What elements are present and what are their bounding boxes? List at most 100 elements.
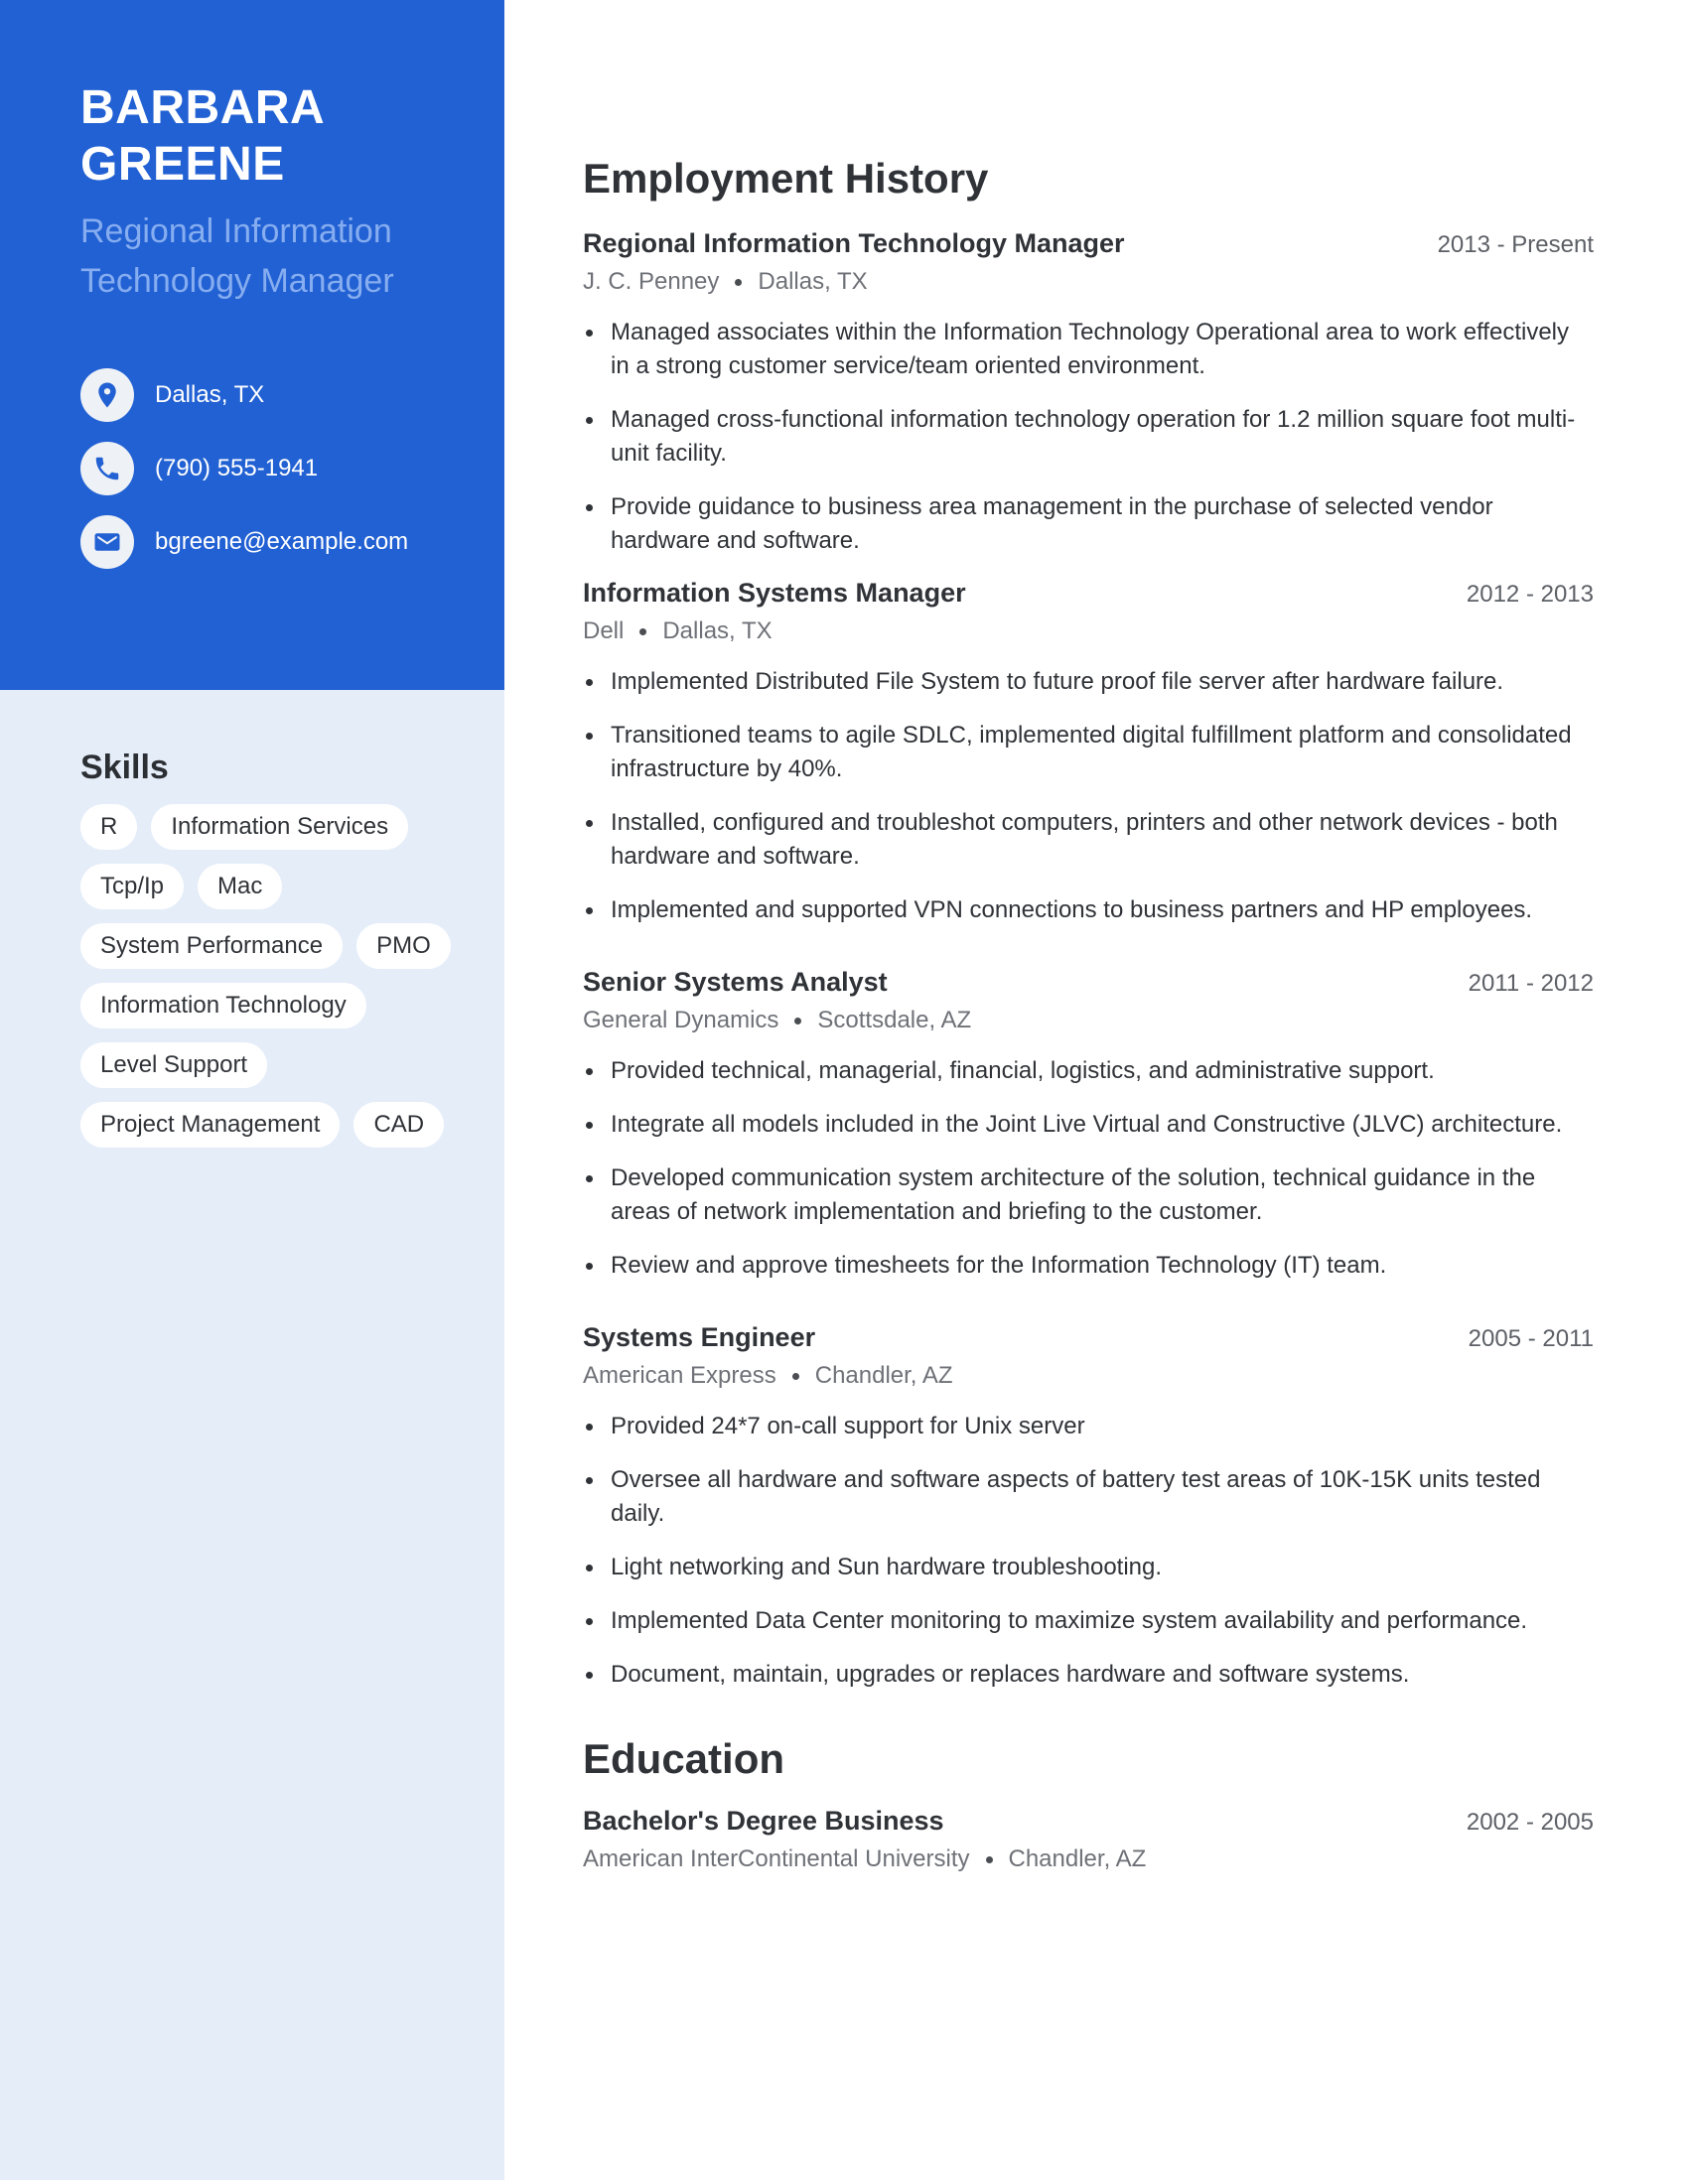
sidebar: BARBARA GREENE Regional Information Tech… <box>0 0 504 2180</box>
entry-title: Senior Systems Analyst <box>583 967 888 997</box>
bullet-dot-icon <box>586 1068 593 1075</box>
entry-header: Senior Systems Analyst 2011 - 2012 <box>583 967 1594 998</box>
skill-tag: Tcp/Ip <box>80 864 185 909</box>
bullet-text: Review and approve timesheets for the In… <box>611 1252 1387 1279</box>
phone-icon <box>80 442 134 495</box>
bullet-text: Light networking and Sun hardware troubl… <box>611 1554 1163 1580</box>
entry-meta: American Express Chandler, AZ <box>583 1362 1594 1390</box>
entry-title: Bachelor's Degree Business <box>583 1806 944 1836</box>
entry-organization: Dell <box>583 617 625 644</box>
skills-heading: Skills <box>80 749 169 786</box>
contact-list: Dallas, TX (790) 555-1941 bgreene@exampl… <box>80 368 408 589</box>
bullet-text: Integrate all models included in the Joi… <box>611 1111 1563 1138</box>
entry-bullets: Provided technical, managerial, financia… <box>583 1054 1594 1283</box>
contact-email: bgreene@example.com <box>80 515 408 569</box>
skill-tag: System Performance <box>80 923 344 969</box>
name-last: GREENE <box>80 138 285 191</box>
job-entry: Regional Information Technology Manager 2… <box>583 228 1594 578</box>
bullet-item: Developed communication system architect… <box>583 1161 1594 1229</box>
bullet-dot-icon <box>586 1565 593 1571</box>
bullet-text: Implemented and supported VPN connection… <box>611 896 1533 923</box>
entry-organization: J. C. Penney <box>583 268 720 295</box>
education-entry: Bachelor's Degree Business 2002 - 2005 Ame… <box>583 1806 1594 1873</box>
bullet-dot-icon <box>586 1672 593 1679</box>
skill-tag: Information Technology <box>80 983 366 1028</box>
entry-meta: General Dynamics Scottsdale, AZ <box>583 1007 1594 1034</box>
skill-tag: PMO <box>356 923 451 969</box>
bullet-dot-icon <box>586 679 593 686</box>
skill-tag: R <box>80 804 138 850</box>
email-icon <box>80 515 134 569</box>
bullet-dot-icon <box>586 733 593 740</box>
bullet-item: Provided 24*7 on-call support for Unix s… <box>583 1410 1594 1443</box>
entry-dates: 2013 - Present <box>1437 231 1594 258</box>
bullet-text: Oversee all hardware and software aspect… <box>611 1466 1541 1527</box>
skills-list: R Information Services Tcp/Ip Mac System Per… <box>80 804 478 1148</box>
bullet-text: Developed communication system architect… <box>611 1164 1536 1225</box>
bullet-text: Provided 24*7 on-call support for Unix s… <box>611 1413 1085 1439</box>
bullet-dot-icon <box>586 1175 593 1182</box>
bullet-item: Implemented Distributed File System to f… <box>583 665 1594 699</box>
candidate-title: Regional Information Technology Manager <box>80 206 478 306</box>
entry-title: Information Systems Manager <box>583 578 966 608</box>
entry-location: Dallas, TX <box>758 268 868 295</box>
candidate-name: BARBARA GREENE <box>80 79 478 193</box>
entry-header: Bachelor's Degree Business 2002 - 2005 <box>583 1806 1594 1837</box>
bullet-item: Installed, configured and troubleshot co… <box>583 806 1594 874</box>
bullet-item: Managed associates within the Informatio… <box>583 316 1594 383</box>
name-first: BARBARA <box>80 81 326 134</box>
entry-dates: 2011 - 2012 <box>1468 970 1594 997</box>
entry-bullets: Managed associates within the Informatio… <box>583 316 1594 558</box>
bullet-item: Provide guidance to business area manage… <box>583 490 1594 558</box>
contact-phone-text[interactable]: (790) 555-1941 <box>155 455 318 482</box>
entry-dates: 2002 - 2005 <box>1466 1809 1594 1836</box>
bullet-text: Document, maintain, upgrades or replaces… <box>611 1661 1410 1688</box>
bullet-dot-icon <box>586 504 593 511</box>
employment-heading: Employment History <box>583 155 989 202</box>
entry-bullets: Implemented Distributed File System to f… <box>583 665 1594 927</box>
title-line-1: Regional Information <box>80 212 392 250</box>
title-line-2: Technology Manager <box>80 262 394 300</box>
bullet-text: Managed associates within the Informatio… <box>611 319 1569 379</box>
bullet-dot-icon <box>586 417 593 424</box>
bullet-item: Oversee all hardware and software aspect… <box>583 1463 1594 1531</box>
bullet-item: Integrate all models included in the Joi… <box>583 1108 1594 1142</box>
entry-header: Regional Information Technology Manager 2… <box>583 228 1594 259</box>
bullet-item: Provided technical, managerial, financia… <box>583 1054 1594 1088</box>
bullet-item: Review and approve timesheets for the In… <box>583 1249 1594 1283</box>
bullet-text: Transitioned teams to agile SDLC, implem… <box>611 722 1572 782</box>
job-entry: Information Systems Manager 2012 - 2013 De… <box>583 578 1594 947</box>
skill-tag: Level Support <box>80 1042 268 1088</box>
entry-organization: American Express <box>583 1362 776 1389</box>
entry-title: Systems Engineer <box>583 1322 816 1352</box>
entry-dates: 2012 - 2013 <box>1466 581 1594 608</box>
location-pin-icon <box>80 368 134 422</box>
bullet-dot-icon <box>586 1424 593 1431</box>
contact-phone: (790) 555-1941 <box>80 442 408 495</box>
contact-email-text[interactable]: bgreene@example.com <box>155 528 408 556</box>
skill-tag: Information Services <box>151 804 409 850</box>
job-entry: Senior Systems Analyst 2011 - 2012 General… <box>583 967 1594 1302</box>
separator-dot-icon <box>639 627 647 635</box>
skill-tag: Mac <box>198 864 283 909</box>
entry-organization: General Dynamics <box>583 1007 779 1033</box>
bullet-dot-icon <box>586 1263 593 1270</box>
contact-location: Dallas, TX <box>80 368 408 422</box>
bullet-text: Implemented Data Center monitoring to ma… <box>611 1607 1528 1634</box>
contact-location-text: Dallas, TX <box>155 381 265 408</box>
bullet-dot-icon <box>586 1122 593 1129</box>
bullet-text: Provided technical, managerial, financia… <box>611 1057 1435 1084</box>
bullet-dot-icon <box>586 820 593 827</box>
bullet-item: Implemented Data Center monitoring to ma… <box>583 1604 1594 1638</box>
bullet-text: Implemented Distributed File System to f… <box>611 668 1504 695</box>
entry-meta: Dell Dallas, TX <box>583 617 1594 645</box>
skill-tag: Project Management <box>80 1102 341 1148</box>
separator-dot-icon <box>735 278 743 286</box>
entry-header: Systems Engineer 2005 - 2011 <box>583 1322 1594 1353</box>
separator-dot-icon <box>985 1855 993 1863</box>
bullet-text: Managed cross-functional information tec… <box>611 406 1576 467</box>
entry-location: Chandler, AZ <box>1008 1845 1147 1872</box>
entry-meta: American InterContinental University Chan… <box>583 1845 1594 1873</box>
bullet-dot-icon <box>586 1618 593 1625</box>
skill-tag: CAD <box>353 1102 445 1148</box>
